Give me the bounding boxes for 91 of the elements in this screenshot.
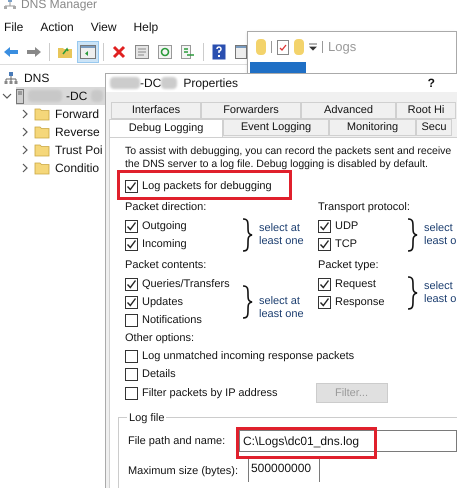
checkbox[interactable] [125,368,138,380]
folder-icon [34,143,50,157]
redaction-blur [161,77,178,89]
group-heading: Packet contents: [125,258,208,273]
tab[interactable]: Secu [416,119,452,136]
hint-text: least o [424,293,456,306]
dialog-title: -DC [140,75,162,92]
checkbox-label: Details [142,366,176,382]
folder-icon [34,125,50,139]
menu-item[interactable]: Action [36,18,78,36]
tab[interactable]: Advanced [301,102,396,119]
hint-text: least o [424,235,456,248]
group-heading: Transport protocol: [318,200,411,215]
tab[interactable]: Debug Logging [109,119,223,138]
collapsed-chevron-icon[interactable] [20,109,30,119]
checkbox[interactable] [125,350,138,362]
tree-item[interactable]: Trust Poi [55,141,103,159]
group-heading: Other options: [125,331,196,346]
hint-text: select [424,222,454,235]
server-icon [16,88,24,104]
checkbox-label: Request [335,276,376,292]
menu-item[interactable]: View [86,18,120,36]
tab[interactable]: Forwarders [201,102,301,119]
app-icon [4,0,16,10]
panel-icon[interactable] [235,44,247,58]
checked-checkbox[interactable] [125,220,138,232]
hint-text: select at [259,222,301,235]
redaction-blur [110,77,140,89]
tab[interactable]: Interfaces [111,102,201,119]
tree-item-label: -DC [66,88,88,105]
expanded-chevron-icon[interactable] [2,91,12,101]
checkbox-label: Log packets for debugging [142,178,272,194]
checkbox-label: Log unmatched incoming response packets [142,348,354,364]
checked-checkbox[interactable] [318,296,331,308]
window-title: Logs [328,38,356,56]
description-text: the DNS server to a log file. Debug logging is disabled by default. [125,158,429,171]
tab[interactable]: Event Logging [223,119,329,136]
checkbox-label: Outgoing [142,218,187,234]
field-label: File path and name: [128,434,226,449]
checkbox-label: UDP [335,218,358,234]
checked-checkbox[interactable] [125,238,138,250]
console-tree-icon[interactable] [77,40,99,62]
checkbox[interactable] [125,386,138,400]
dialog-title: Properties [183,75,238,92]
field-label: Maximum size (bytes): [128,464,240,479]
menu-item[interactable]: Help [130,18,162,36]
collapsed-chevron-icon[interactable] [20,145,30,155]
checkbox-label: Updates [142,294,183,310]
folder-icon [34,107,50,121]
checked-checkbox[interactable] [318,220,331,232]
tree-item[interactable]: Forward [55,105,100,123]
hint-text: select at [259,295,301,308]
menu-item[interactable]: File [0,18,28,36]
hint-text: least one [259,308,304,321]
input-field[interactable]: C:\Logs\dc01_dns.log [239,430,457,452]
tree-item[interactable]: Reverse [55,123,100,141]
checkbox[interactable] [125,314,138,326]
checked-checkbox[interactable] [318,278,331,290]
collapsed-chevron-icon[interactable] [20,163,30,173]
tab[interactable]: Monitoring [329,119,416,136]
checked-checkbox[interactable] [125,278,138,290]
tab[interactable]: Root Hi [396,102,456,119]
checkbox-label: Response [335,294,385,310]
checkbox-label: TCP [335,236,357,252]
collapsed-chevron-icon[interactable] [20,127,30,137]
description-text: To assist with debugging, you can record the packets sent and receive [125,145,452,158]
checkbox-label: Notifications [142,312,202,328]
dropdown-icon[interactable] [309,43,317,51]
hint-text: select [424,280,454,293]
brace-icon [406,218,418,252]
brace-icon [241,218,253,252]
tree-item[interactable]: DNS [24,69,50,87]
folder-icon [34,161,50,175]
tree-item[interactable]: Conditio [55,159,100,177]
brace-icon [406,276,418,310]
redaction-blur [91,90,104,102]
checked-checkbox[interactable] [318,238,331,250]
group-heading: Log file [127,410,166,426]
hint-text: least one [259,235,304,248]
checked-checkbox[interactable] [125,180,138,192]
checkbox-label: Queries/Transfers [142,276,230,292]
group-heading: Packet type: [318,258,380,273]
checkbox-label: Incoming [142,236,187,252]
checklist-icon[interactable] [277,40,289,54]
checkbox-label: Filter packets by IP address [142,386,278,401]
brace-icon [241,285,253,319]
group-heading: Packet direction: [125,200,208,215]
input-field[interactable]: 500000000 [248,458,320,482]
checked-checkbox[interactable] [125,296,138,308]
help-button[interactable]: ? [428,74,435,92]
network-icon [4,71,18,85]
